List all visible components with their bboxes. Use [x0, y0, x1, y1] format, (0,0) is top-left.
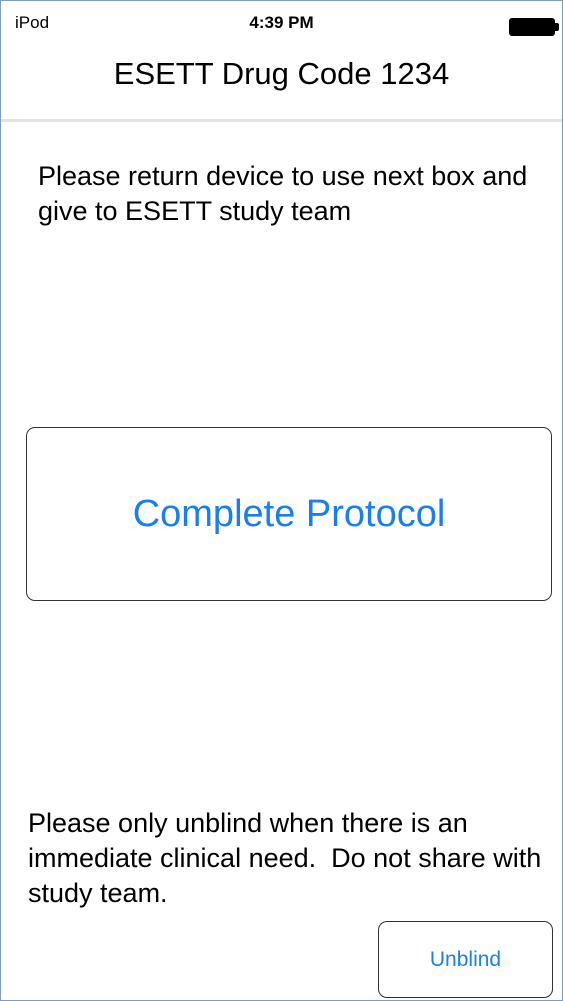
unblind-label: Unblind [429, 947, 502, 971]
status-bar: iPod 4:39 PM [1, 1, 562, 37]
complete-protocol-button[interactable]: Complete Protocol [26, 427, 552, 601]
nav-divider [1, 119, 562, 122]
battery-icon [509, 18, 559, 36]
instruction-text: Please return device to use next box and… [38, 161, 528, 226]
device-screen: iPod 4:39 PM ESETT Drug Code 1234 Please… [0, 0, 563, 1001]
unblind-warning-text: Please only unblind when there is an imm… [28, 808, 549, 908]
unblind-button[interactable]: Unblind [378, 921, 553, 998]
page-title: ESETT Drug Code 1234 [113, 56, 450, 91]
status-time: 4:39 PM [249, 13, 314, 32]
complete-protocol-label: Complete Protocol [132, 492, 446, 535]
